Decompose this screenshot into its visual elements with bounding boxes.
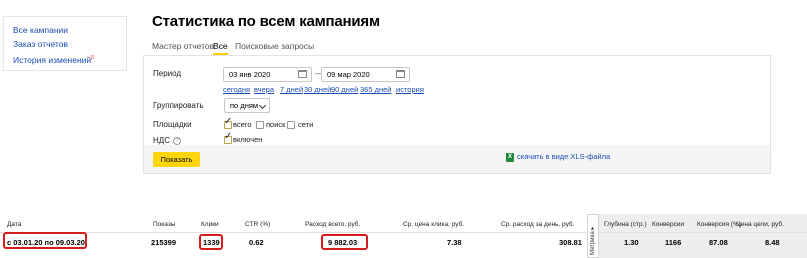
show-button[interactable]: Показать	[153, 152, 200, 167]
column-header-clicks[interactable]: Клики	[201, 221, 219, 228]
date-to-value: 09 мар 2020	[327, 70, 370, 79]
calendar-icon[interactable]	[396, 70, 405, 78]
column-header-depth[interactable]: Глубина (стр.)	[604, 221, 647, 228]
report-settings-panel: Период 03 янв 2020 — 09 мар 2020 сегодня…	[143, 55, 771, 174]
column-header-avg-click[interactable]: Ср. цена клика, руб.	[403, 221, 464, 228]
highlight-cost	[321, 234, 368, 250]
cell-ctr: 0.62	[249, 238, 264, 247]
sidebar-item-all-campaigns[interactable]: Все кампании	[13, 23, 126, 37]
download-xls-link[interactable]: скачать в виде XLS-файла	[517, 152, 610, 161]
column-header-shows[interactable]: Показы	[153, 221, 175, 228]
excel-icon: X	[506, 153, 514, 162]
checkbox-networks[interactable]	[287, 121, 295, 129]
cell-goal-cost: 8.48	[765, 238, 780, 247]
table-divider	[0, 232, 807, 233]
preset-365-days[interactable]: 365 дней	[360, 85, 391, 94]
column-header-cost[interactable]: Расход всего, руб.	[305, 221, 360, 228]
checkbox-vat-label: включен	[233, 135, 263, 144]
calendar-icon[interactable]	[298, 70, 307, 78]
column-header-conv-rate[interactable]: Конверсия (%)	[697, 221, 741, 228]
page-title: Статистика по всем кампаниям	[152, 13, 380, 30]
group-select-value: по дням	[230, 101, 259, 110]
cell-shows: 215399	[151, 238, 177, 247]
group-label: Группировать	[153, 101, 204, 110]
column-header-goal-cost[interactable]: Цена цели, руб.	[736, 221, 784, 228]
checkbox-all-label: всего	[233, 120, 252, 129]
preset-30-days[interactable]: 30 дней	[304, 85, 331, 94]
date-from-value: 03 янв 2020	[229, 70, 271, 79]
group-select[interactable]: по дням	[224, 98, 270, 113]
sidebar-item-order-reports[interactable]: Заказ отчетов	[13, 37, 126, 51]
checkbox-vat[interactable]: ✓	[224, 132, 232, 144]
highlight-clicks	[199, 234, 223, 250]
checkbox-all[interactable]: ✓	[224, 117, 232, 129]
checkmark-icon: ✓	[224, 131, 233, 142]
checkmark-icon: ✓	[224, 116, 233, 127]
metrika-toggle[interactable]: Метрика ▸	[587, 214, 599, 258]
checkbox-search[interactable]	[256, 121, 264, 129]
preset-yesterday[interactable]: вчера	[254, 85, 274, 94]
date-to-input[interactable]: 09 мар 2020	[321, 67, 410, 82]
vat-label: НДС	[153, 136, 170, 145]
cell-conv-rate: 87.08	[709, 238, 728, 247]
cell-depth: 1.30	[624, 238, 639, 247]
cell-conversions: 1166	[665, 238, 682, 247]
tab-report-wizard[interactable]: Мастер отчетов	[152, 39, 214, 55]
preset-today[interactable]: сегодня	[223, 85, 250, 94]
sidebar: Все кампании Заказ отчетов История измен…	[3, 16, 127, 71]
preset-history[interactable]: история	[396, 85, 424, 94]
panel-footer: Показать X скачать в виде XLS-файла	[144, 145, 770, 173]
cell-avg-day: 308.81	[559, 238, 582, 247]
tab-all[interactable]: Все	[213, 39, 228, 55]
highlight-date	[3, 232, 87, 249]
column-header-date[interactable]: Дата	[7, 221, 21, 228]
column-header-ctr[interactable]: CTR (%)	[245, 221, 270, 228]
sidebar-item-change-history[interactable]: История измененийβ	[13, 51, 126, 67]
column-header-conversions[interactable]: Конверсии	[652, 221, 684, 228]
tab-search-queries[interactable]: Поисковые запросы	[235, 39, 314, 55]
preset-90-days[interactable]: 90 дней	[331, 85, 358, 94]
period-label: Период	[153, 69, 182, 78]
beta-badge: β	[91, 55, 95, 61]
chevron-down-icon	[258, 101, 267, 110]
platforms-label: Площадки	[153, 120, 192, 129]
help-icon[interactable]: ?	[173, 137, 181, 145]
checkbox-search-label: поиск	[266, 120, 286, 129]
sidebar-item-label: История изменений	[13, 54, 92, 65]
date-from-input[interactable]: 03 янв 2020	[223, 67, 312, 82]
checkbox-networks-label: сети	[298, 120, 314, 129]
cell-avg-click: 7.38	[447, 238, 462, 247]
preset-7-days[interactable]: 7 дней	[280, 85, 303, 94]
column-header-avg-day[interactable]: Ср. расход за день, руб.	[501, 221, 574, 228]
metrika-label: Метрика ▸	[590, 226, 596, 255]
